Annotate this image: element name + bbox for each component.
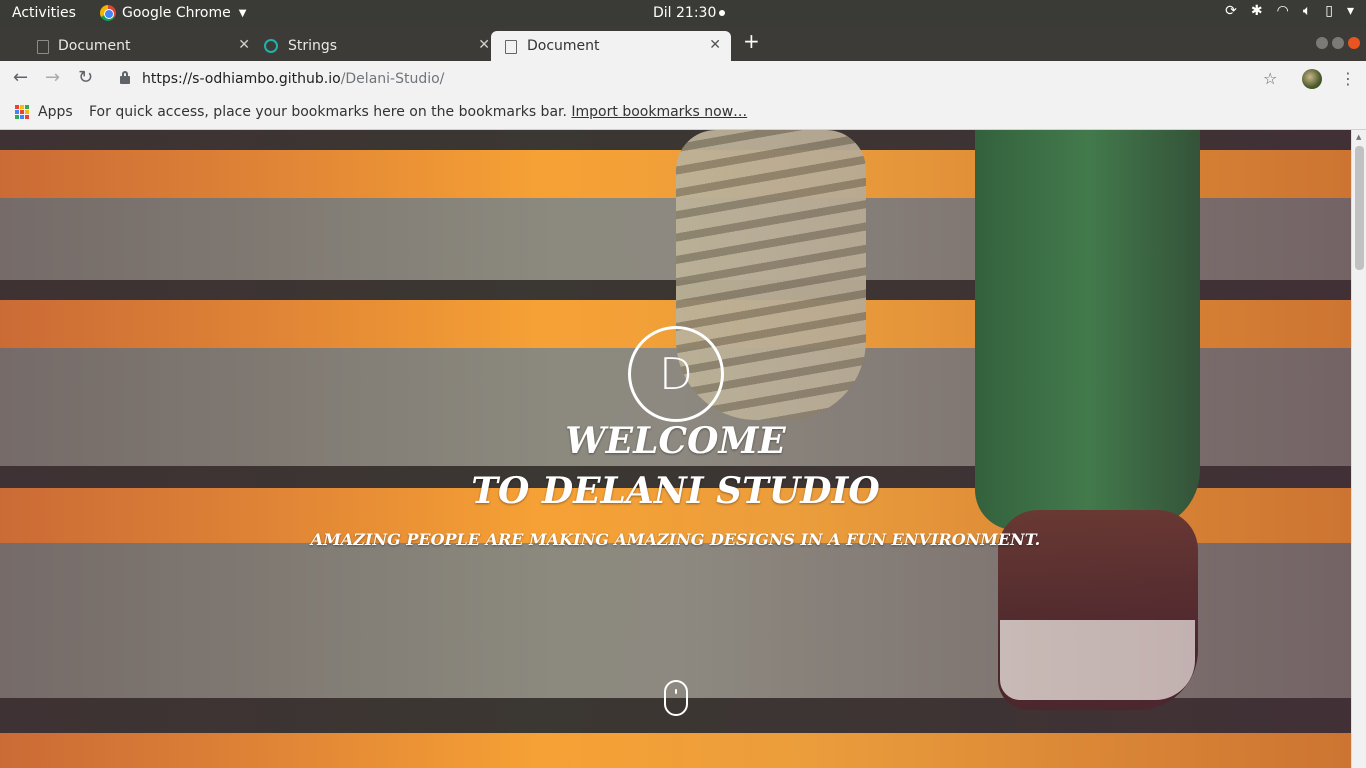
- apps-shortcut[interactable]: Apps: [38, 104, 73, 120]
- tab-document-active[interactable]: Document ✕: [491, 31, 731, 61]
- apps-grid-dot: [25, 115, 29, 119]
- scroll-down-mouse-icon[interactable]: [664, 680, 688, 716]
- page-scrollbar[interactable]: ▲: [1351, 130, 1366, 768]
- apps-grid-dot: [15, 115, 19, 119]
- system-top-bar: Activities Google Chrome ▼ Dil 21:30 ⟳ ✱…: [0, 0, 1366, 27]
- tab-strip: Document ✕ Strings ✕ Document ✕ +: [0, 27, 1366, 61]
- apps-grid-dot: [15, 110, 19, 114]
- chrome-icon: [100, 5, 116, 21]
- maximize-button[interactable]: [1332, 37, 1344, 49]
- import-bookmarks-link[interactable]: Import bookmarks now…: [571, 104, 747, 120]
- slack-icon[interactable]: ✱: [1251, 3, 1263, 19]
- close-tab-icon[interactable]: ✕: [238, 37, 250, 53]
- app-menu[interactable]: Google Chrome ▼: [100, 5, 246, 21]
- apps-grid-dot: [15, 105, 19, 109]
- bookmarks-message: For quick access, place your bookmarks h…: [89, 104, 747, 120]
- url-host: https://s-odhiambo.github.io: [142, 71, 341, 87]
- logo-letter: D: [659, 348, 693, 400]
- page-icon: [505, 40, 517, 54]
- minimize-button[interactable]: [1316, 37, 1328, 49]
- loading-icon: [264, 39, 278, 53]
- chevron-down-icon: ▼: [238, 7, 247, 19]
- bookmarks-bar: Apps For quick access, place your bookma…: [0, 98, 1366, 130]
- battery-icon[interactable]: ▯: [1325, 3, 1333, 19]
- apps-grid-dot: [20, 105, 24, 109]
- back-button[interactable]: ←: [13, 67, 28, 88]
- tab-document-1[interactable]: Document ✕: [10, 31, 260, 61]
- tab-title: Document: [58, 38, 131, 54]
- profile-avatar[interactable]: [1302, 69, 1322, 89]
- bookmark-star-icon[interactable]: ☆: [1263, 69, 1277, 88]
- page-viewport: D WELCOME TO DELANI STUDIO AMAZING PEOPL…: [0, 130, 1351, 768]
- close-window-button[interactable]: [1348, 37, 1360, 49]
- system-tray[interactable]: ⟳ ✱ ◠ 🔈︎ ▯ ▾: [1225, 3, 1354, 19]
- sync-icon[interactable]: ⟳: [1225, 3, 1237, 19]
- forward-button[interactable]: →: [45, 67, 60, 88]
- new-tab-button[interactable]: +: [743, 29, 760, 53]
- studio-heading: TO DELANI STUDIO: [471, 470, 880, 512]
- tab-title: Document: [527, 38, 600, 54]
- clock[interactable]: Dil 21:30: [653, 5, 726, 21]
- hero-tagline: AMAZING PEOPLE ARE MAKING AMAZING DESIGN…: [310, 530, 1041, 549]
- browser-toolbar: ← → ↻ https://s-odhiambo.github.io/Delan…: [0, 61, 1366, 98]
- scroll-up-arrow-icon[interactable]: ▲: [1356, 133, 1361, 141]
- window-controls: [1316, 37, 1360, 49]
- activities-button[interactable]: Activities: [12, 5, 76, 21]
- apps-icon[interactable]: [15, 105, 29, 119]
- bookmarks-hint: For quick access, place your bookmarks h…: [89, 104, 567, 120]
- tab-strings[interactable]: Strings ✕: [250, 31, 500, 61]
- url-path: /Delani-Studio/: [340, 71, 445, 87]
- volume-icon[interactable]: 🔈︎: [1303, 3, 1311, 19]
- apps-grid-dot: [20, 115, 24, 119]
- system-menu-icon[interactable]: ▾: [1347, 3, 1354, 19]
- close-tab-icon[interactable]: ✕: [478, 37, 490, 53]
- studio-logo: D: [628, 326, 724, 422]
- apps-grid-dot: [25, 110, 29, 114]
- address-bar[interactable]: https://s-odhiambo.github.io/Delani-Stud…: [142, 71, 444, 87]
- scrollbar-thumb[interactable]: [1355, 146, 1364, 270]
- reload-button[interactable]: ↻: [78, 67, 93, 88]
- notification-dot-icon: [719, 10, 726, 16]
- clock-label: Dil 21:30: [653, 5, 717, 21]
- more-menu-icon[interactable]: ⋮: [1340, 69, 1356, 88]
- close-tab-icon[interactable]: ✕: [709, 37, 721, 53]
- page-icon: [37, 40, 49, 54]
- welcome-heading: WELCOME: [565, 420, 786, 462]
- apps-grid-dot: [20, 110, 24, 114]
- tab-title: Strings: [288, 38, 338, 54]
- apps-grid-dot: [25, 105, 29, 109]
- app-menu-label: Google Chrome: [122, 5, 231, 21]
- lock-icon[interactable]: [120, 71, 130, 84]
- wifi-icon[interactable]: ◠: [1277, 3, 1289, 19]
